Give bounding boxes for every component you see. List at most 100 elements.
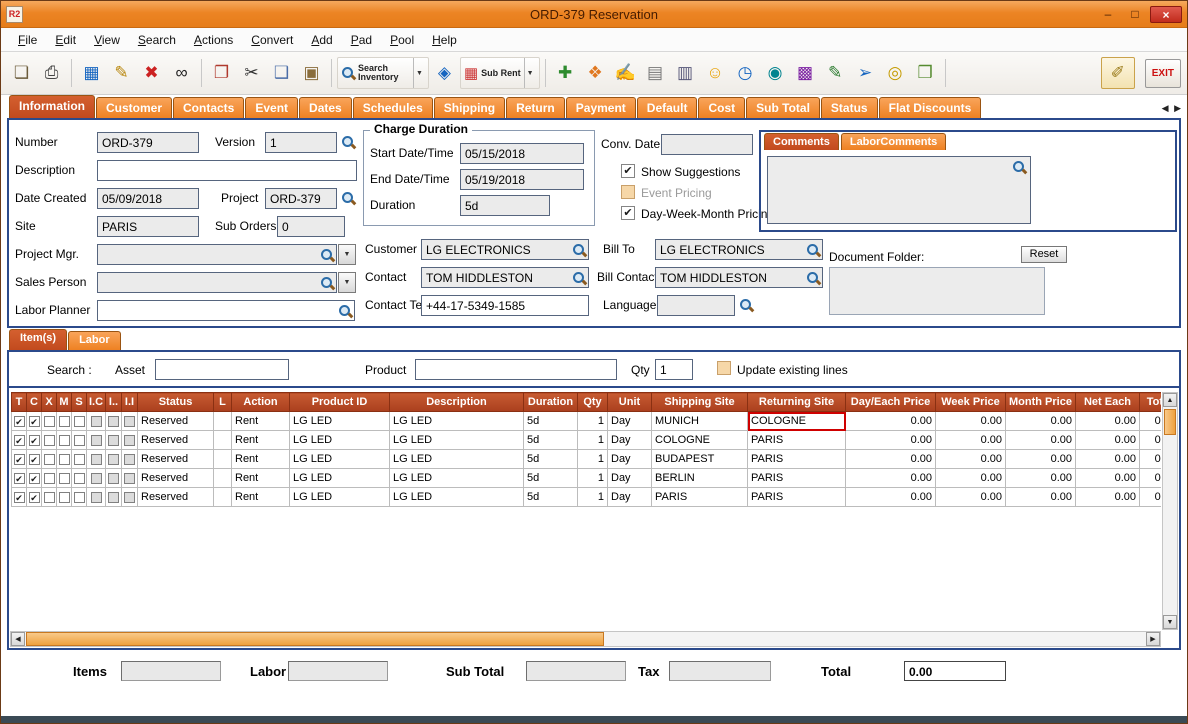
cell-status[interactable]: Reserved	[138, 412, 214, 431]
show-suggestions-checkbox[interactable]: ✔	[621, 164, 635, 178]
row-checkbox[interactable]	[44, 435, 55, 446]
cell-description[interactable]: LG LED	[390, 431, 524, 450]
tab-flat-discounts[interactable]: Flat Discounts	[879, 97, 982, 118]
conv-date-field[interactable]	[661, 134, 753, 155]
cell-tot[interactable]: 0.00	[1140, 488, 1162, 507]
cell-description[interactable]: LG LED	[390, 450, 524, 469]
cell-tot[interactable]: 0.00	[1140, 469, 1162, 488]
coins-icon[interactable]: ◎	[881, 57, 910, 89]
cell-description[interactable]: LG LED	[390, 488, 524, 507]
tab-labor[interactable]: Labor	[68, 331, 121, 350]
chevron-down-icon[interactable]: ▼	[524, 58, 536, 88]
cell-day-each-price[interactable]: 0.00	[846, 488, 936, 507]
cell-product-id[interactable]: LG LED	[290, 412, 390, 431]
rubik-icon[interactable]: ▩	[791, 57, 820, 89]
menu-search[interactable]: Search	[129, 30, 185, 50]
row-checkbox[interactable]	[91, 454, 102, 465]
search-icon[interactable]	[806, 243, 820, 257]
version-search-icon[interactable]	[341, 135, 355, 149]
comments-field[interactable]	[767, 156, 1031, 224]
tab-contacts[interactable]: Contacts	[173, 97, 244, 118]
people-icon[interactable]: ❖	[581, 57, 610, 89]
cell-net-each[interactable]: 0.00	[1076, 450, 1140, 469]
duration-field[interactable]: 5d	[460, 195, 550, 216]
vertical-scroll-thumb[interactable]	[1164, 409, 1176, 435]
cell-day-each-price[interactable]: 0.00	[846, 469, 936, 488]
cell-net-each[interactable]: 0.00	[1076, 431, 1140, 450]
cell-duration[interactable]: 5d	[524, 469, 578, 488]
description-field[interactable]	[97, 160, 357, 181]
cell-returning-site[interactable]: PARIS	[748, 469, 846, 488]
tab-cost[interactable]: Cost	[698, 97, 745, 118]
row-checkbox[interactable]	[91, 416, 102, 427]
paste-icon[interactable]: ▣	[297, 57, 326, 89]
cell-product-id[interactable]: LG LED	[290, 450, 390, 469]
row-checkbox[interactable]	[91, 473, 102, 484]
row-checkbox[interactable]: ✔	[14, 416, 25, 427]
cell-tot[interactable]: 0.00	[1140, 450, 1162, 469]
cell-month-price[interactable]: 0.00	[1006, 450, 1076, 469]
cell-month-price[interactable]: 0.00	[1006, 469, 1076, 488]
sales-person-dropdown[interactable]: ▼	[338, 272, 356, 293]
cell-week-price[interactable]: 0.00	[936, 469, 1006, 488]
tab-dates[interactable]: Dates	[299, 97, 352, 118]
cell-returning-site[interactable]: COLOGNE	[748, 412, 846, 431]
cell-qty[interactable]: 1	[578, 431, 608, 450]
cell-duration[interactable]: 5d	[524, 450, 578, 469]
contact-tel-field[interactable]: +44-17-5349-1585	[421, 295, 589, 316]
menu-file[interactable]: File	[9, 30, 46, 50]
cell-day-each-price[interactable]: 0.00	[846, 412, 936, 431]
cell-l[interactable]	[214, 412, 232, 431]
cell-returning-site[interactable]: PARIS	[748, 450, 846, 469]
reset-button[interactable]: Reset	[1021, 246, 1067, 263]
horizontal-scrollbar[interactable]: ◀ ▶	[10, 631, 1161, 647]
row-checkbox[interactable]	[108, 416, 119, 427]
menu-convert[interactable]: Convert	[242, 30, 302, 50]
cell-l[interactable]	[214, 431, 232, 450]
sales-person-field[interactable]	[97, 272, 337, 293]
row-checkbox[interactable]	[74, 416, 85, 427]
row-checkbox[interactable]	[108, 435, 119, 446]
cell-month-price[interactable]: 0.00	[1006, 412, 1076, 431]
tab-scroll-left-icon[interactable]: ◀	[1162, 103, 1169, 113]
cell-returning-site[interactable]: PARIS	[748, 431, 846, 450]
search-icon[interactable]	[320, 276, 334, 290]
cell-net-each[interactable]: 0.00	[1076, 469, 1140, 488]
tab-labor-comments[interactable]: LaborComments	[841, 133, 946, 150]
print-icon[interactable]: ⎙	[37, 57, 66, 89]
cell-action[interactable]: Rent	[232, 450, 290, 469]
cell-duration[interactable]: 5d	[524, 431, 578, 450]
cell-status[interactable]: Reserved	[138, 469, 214, 488]
cell-qty[interactable]: 1	[578, 469, 608, 488]
row-checkbox[interactable]	[91, 435, 102, 446]
cell-l[interactable]	[214, 450, 232, 469]
smiley-icon[interactable]: ☺	[701, 57, 730, 89]
chevron-down-icon[interactable]: ▼	[413, 58, 425, 88]
tab-default[interactable]: Default	[637, 97, 698, 118]
row-checkbox[interactable]: ✔	[29, 435, 40, 446]
cell-status[interactable]: Reserved	[138, 450, 214, 469]
row-checkbox[interactable]	[74, 492, 85, 503]
cell-description[interactable]: LG LED	[390, 412, 524, 431]
asset-input[interactable]	[155, 359, 289, 380]
sub-orders-field[interactable]: 0	[277, 216, 345, 237]
notepad-icon[interactable]: ✎	[821, 57, 850, 89]
cell-shipping-site[interactable]: COLOGNE	[652, 431, 748, 450]
search-icon[interactable]	[338, 304, 352, 318]
cell-month-price[interactable]: 0.00	[1006, 431, 1076, 450]
search-inventory-button[interactable]: Search Inventory▼	[337, 57, 429, 89]
row-checkbox[interactable]	[108, 492, 119, 503]
tab-customer[interactable]: Customer	[96, 97, 172, 118]
cell-product-id[interactable]: LG LED	[290, 488, 390, 507]
tab-sub-total[interactable]: Sub Total	[746, 97, 820, 118]
title-bar[interactable]: R2 ORD-379 Reservation – □ ×	[1, 1, 1187, 28]
delete-icon[interactable]: ✖	[137, 57, 166, 89]
cell-action[interactable]: Rent	[232, 412, 290, 431]
scroll-right-icon[interactable]: ▶	[1146, 632, 1160, 646]
row-checkbox[interactable]	[74, 435, 85, 446]
row-checkbox[interactable]	[124, 454, 135, 465]
scroll-up-icon[interactable]: ▲	[1163, 393, 1177, 407]
row-checkbox[interactable]	[74, 454, 85, 465]
row-checkbox[interactable]	[59, 454, 70, 465]
language-field[interactable]	[657, 295, 735, 316]
